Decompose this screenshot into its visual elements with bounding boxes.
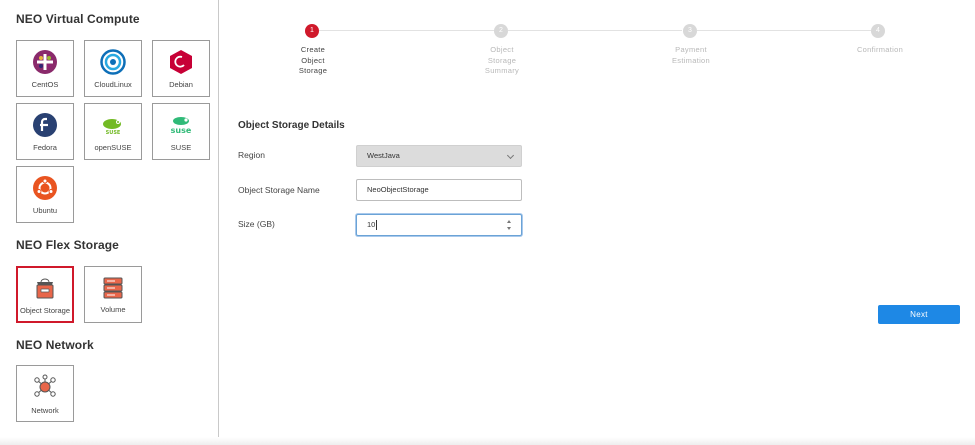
sidebar: NEO Virtual Compute CentOS CloudLinux De… xyxy=(0,0,219,445)
stepper-connector xyxy=(697,30,871,31)
text-cursor xyxy=(376,220,378,231)
spinner-up-icon[interactable] xyxy=(507,220,511,223)
bottom-edge xyxy=(0,437,975,445)
object-storage-name-value: NeoObjectStorage xyxy=(367,185,429,194)
step-3-label: Payment Estimation xyxy=(671,45,710,65)
tile-network[interactable]: Network xyxy=(16,365,74,422)
tile-label: Object Storage xyxy=(19,306,71,315)
tile-opensuse[interactable]: SUSE openSUSE xyxy=(84,103,142,160)
tile-label: Network xyxy=(31,406,59,415)
tile-label: CloudLinux xyxy=(94,80,132,89)
tile-label: SUSE xyxy=(170,143,192,152)
tile-label: openSUSE xyxy=(94,143,132,152)
tile-fedora[interactable]: Fedora xyxy=(16,103,74,160)
tile-cloudlinux[interactable]: CloudLinux xyxy=(84,40,142,97)
volume-icon xyxy=(103,277,123,299)
tile-centos[interactable]: CentOS xyxy=(16,40,74,97)
number-spinner[interactable] xyxy=(507,220,512,230)
tile-ubuntu[interactable]: Ubuntu xyxy=(16,166,74,223)
tile-label: Debian xyxy=(169,80,193,89)
tile-debian[interactable]: Debian xyxy=(152,40,210,97)
ubuntu-icon xyxy=(33,176,57,200)
object-storage-name-input[interactable]: NeoObjectStorage xyxy=(356,179,522,201)
section-title-flex-storage: NEO Flex Storage xyxy=(16,238,119,252)
cloudlinux-icon xyxy=(100,49,126,75)
size-value: 10 xyxy=(367,220,376,229)
object-storage-name-label: Object Storage Name xyxy=(238,185,320,195)
fedora-icon xyxy=(33,113,57,137)
section-title-virtual-compute: NEO Virtual Compute xyxy=(16,12,140,26)
form-title: Object Storage Details xyxy=(238,120,345,131)
stepper-connector xyxy=(508,30,682,31)
svg-text:suse: suse xyxy=(171,126,192,135)
step-4-label: Confirmation xyxy=(856,45,904,54)
region-label: Region xyxy=(238,150,265,160)
chevron-down-icon xyxy=(506,151,515,160)
object-storage-icon xyxy=(36,278,54,299)
region-select[interactable]: WestJava xyxy=(356,145,522,167)
network-icon xyxy=(34,374,56,397)
next-button[interactable]: Next xyxy=(878,305,960,324)
tile-label: Volume xyxy=(100,305,126,314)
debian-icon xyxy=(170,50,192,74)
size-input[interactable]: 10 xyxy=(356,214,522,236)
tile-label: Fedora xyxy=(33,143,57,152)
tile-label: Ubuntu xyxy=(32,206,58,215)
suse-icon: suse xyxy=(171,117,192,135)
tile-object-storage[interactable]: Object Storage xyxy=(16,266,74,323)
tile-suse[interactable]: suse SUSE xyxy=(152,103,210,160)
step-2-label: Object Storage Summary xyxy=(484,45,520,75)
section-title-network: NEO Network xyxy=(16,338,94,352)
step-4-indicator: 4 xyxy=(871,24,885,38)
step-3-indicator: 3 xyxy=(683,24,697,38)
stepper-connector xyxy=(318,30,502,31)
step-2-indicator: 2 xyxy=(494,24,508,38)
size-label: Size (GB) xyxy=(238,219,275,229)
svg-text:SUSE: SUSE xyxy=(106,130,121,136)
step-1-indicator: 1 xyxy=(305,24,319,38)
tile-volume[interactable]: Volume xyxy=(84,266,142,323)
region-value: WestJava xyxy=(367,151,400,160)
tile-label: CentOS xyxy=(31,80,59,89)
step-1-label: Create Object Storage xyxy=(298,45,328,75)
centos-icon xyxy=(33,50,57,74)
opensuse-icon: SUSE xyxy=(103,119,121,136)
spinner-down-icon[interactable] xyxy=(507,227,511,230)
